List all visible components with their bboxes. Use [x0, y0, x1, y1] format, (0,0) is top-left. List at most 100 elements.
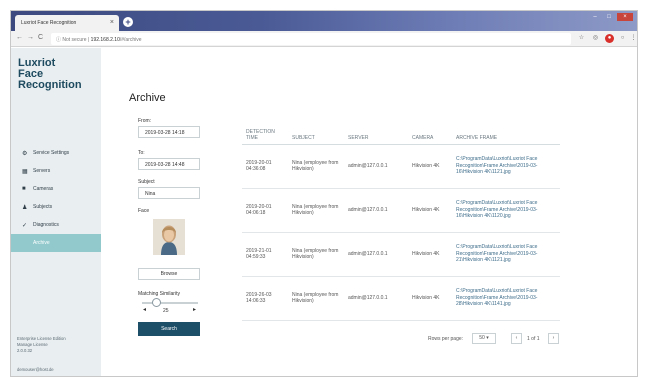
server-icon: ▦ — [22, 169, 28, 175]
cell-camera: Hikvision 4K — [408, 188, 452, 233]
browser-tab[interactable]: Luxriot Face Recognition × — [15, 15, 119, 31]
person-photo-icon — [153, 219, 185, 255]
sidebar-item-label: Servers — [33, 168, 51, 174]
col-archive-frame[interactable]: ARCHIVE FRAME — [452, 122, 560, 145]
cell-frame-link[interactable]: C:\ProgramData\Luxriot\Luxriot Face Reco… — [452, 188, 560, 233]
sidebar-nav: ⚙ Service Settings ▦ Servers ■ Cameras ♟… — [11, 144, 101, 252]
cell-subject: Nina (employee from Hikvision) — [288, 144, 344, 189]
face-label: Face — [138, 208, 150, 214]
window-controls: – □ × — [589, 13, 633, 21]
cell-subject: Nina (employee from Hikvision) — [288, 276, 344, 321]
cell-camera: Hikvision 4K — [408, 232, 452, 277]
sidebar-item-subjects[interactable]: ♟ Subjects — [11, 198, 101, 216]
similarity-value: 25 — [163, 308, 169, 314]
diagnostics-icon: ✓ — [22, 223, 28, 229]
table-row[interactable]: 2019-20-01 04:06:18 Nina (employee from … — [242, 188, 560, 233]
face-photo — [153, 219, 185, 255]
sidebar: Luxriot Face Recognition ⚙ Service Setti… — [11, 48, 101, 376]
archive-table: DETECTION TIME SUBJECT SERVER CAMERA ARC… — [242, 122, 560, 321]
prev-page-button[interactable]: ‹ — [511, 333, 522, 344]
maximize-button[interactable]: □ — [603, 13, 615, 21]
subject-input[interactable]: Nina — [138, 187, 200, 199]
next-page-button[interactable]: › — [548, 333, 559, 344]
license-version: 2.0.0.32 — [17, 348, 33, 353]
sidebar-item-cameras[interactable]: ■ Cameras — [11, 180, 101, 198]
similarity-label: Matching Similarity — [138, 291, 180, 297]
search-button[interactable]: Search — [138, 322, 200, 336]
logo-line-3: Recognition — [18, 79, 82, 91]
address-bar[interactable]: ⓘ Not secure | 192.168.2.10/#/archive — [51, 33, 571, 45]
close-window-button[interactable]: × — [617, 13, 633, 21]
forward-icon[interactable]: → — [27, 34, 34, 41]
sidebar-item-diagnostics[interactable]: ✓ Diagnostics — [11, 216, 101, 234]
bookmark-star-icon[interactable]: ☆ — [577, 34, 586, 43]
cell-server: admin@127.0.0.1 — [344, 188, 408, 233]
similarity-slider-track[interactable] — [142, 302, 198, 304]
col-camera[interactable]: CAMERA — [408, 122, 452, 145]
table-row[interactable]: 2019-21-01 04:59:33 Nina (employee from … — [242, 232, 560, 277]
menu-icon[interactable]: ⋮ — [629, 34, 637, 43]
sidebar-item-label: Cameras — [33, 186, 54, 192]
cell-frame-link[interactable]: C:\ProgramData\Luxriot\Luxriot Face Reco… — [452, 144, 560, 189]
sidebar-item-label: Diagnostics — [33, 222, 59, 228]
sidebar-item-label: Archive — [33, 240, 50, 246]
minimize-button[interactable]: – — [589, 13, 601, 21]
reload-icon[interactable]: C — [38, 34, 43, 41]
browser-toolbar: ← → C ⓘ Not secure | 192.168.2.10/#/arch… — [11, 31, 637, 47]
page-title: Archive — [129, 92, 166, 104]
cell-time: 2019-21-01 04:59:33 — [242, 232, 288, 277]
sidebar-item-label: Service Settings — [33, 150, 70, 156]
tab-close-icon[interactable]: × — [110, 19, 114, 26]
cell-time: 2019-20-01 04:06:18 — [242, 188, 288, 233]
cell-subject: Nina (employee from Hikvision) — [288, 188, 344, 233]
cell-subject: Nina (employee from Hikvision) — [288, 232, 344, 277]
back-icon[interactable]: ← — [16, 34, 23, 41]
new-tab-button[interactable]: + — [123, 17, 133, 27]
cell-server: admin@127.0.0.1 — [344, 144, 408, 189]
extension-red-icon[interactable]: ● — [605, 34, 614, 43]
license-info: Enterprise License Edition Manage Licens… — [17, 336, 66, 354]
cell-camera: Hikvision 4K — [408, 144, 452, 189]
camera-icon: ■ — [22, 186, 26, 192]
extension-icon[interactable]: ◎ — [591, 34, 600, 43]
sidebar-item-archive[interactable]: Archive — [11, 234, 101, 252]
rows-per-page-label: Rows per page: — [428, 336, 464, 342]
browser-tab-bar: Luxriot Face Recognition × + – □ × — [11, 11, 637, 31]
cell-time: 2019-20-01 04:36:08 — [242, 144, 288, 189]
page-range: 1 of 1 — [527, 336, 540, 342]
cell-frame-link[interactable]: C:\ProgramData\Luxriot\Luxriot Face Reco… — [452, 276, 560, 321]
subject-label: Subject — [138, 179, 155, 185]
col-detection-time[interactable]: DETECTION TIME — [242, 122, 288, 145]
chevron-down-icon: ▾ — [486, 335, 489, 341]
tab-title: Luxriot Face Recognition — [21, 20, 77, 26]
to-date-input[interactable]: 2019-03-28 14:48 — [138, 158, 200, 170]
address-host: 192.168.2.10 — [90, 37, 120, 43]
table-header-row: DETECTION TIME SUBJECT SERVER CAMERA ARC… — [242, 122, 560, 145]
security-indicator[interactable]: ⓘ Not secure — [56, 37, 87, 43]
cell-time: 2019-26-03 14:06:33 — [242, 276, 288, 321]
browse-button[interactable]: Browse — [138, 268, 200, 280]
gear-icon: ⚙ — [22, 151, 28, 157]
similarity-decrement-button[interactable]: ◂ — [143, 306, 146, 313]
sidebar-item-service-settings[interactable]: ⚙ Service Settings — [11, 144, 101, 162]
table-row[interactable]: 2019-20-01 04:36:08 Nina (employee from … — [242, 144, 560, 189]
cell-frame-link[interactable]: C:\ProgramData\Luxriot\Luxriot Face Reco… — [452, 232, 560, 277]
cell-server: admin@127.0.0.1 — [344, 276, 408, 321]
similarity-slider-thumb[interactable] — [151, 298, 161, 307]
rows-per-page-select[interactable]: 50 ▾ — [472, 333, 496, 344]
sidebar-item-servers[interactable]: ▦ Servers — [11, 162, 101, 180]
col-subject[interactable]: SUBJECT — [288, 122, 344, 145]
from-date-input[interactable]: 2019-03-28 14:18 — [138, 126, 200, 138]
app-logo[interactable]: Luxriot Face Recognition — [18, 58, 82, 91]
address-path: /#/archive — [119, 37, 142, 43]
table-row[interactable]: 2019-26-03 14:06:33 Nina (employee from … — [242, 276, 560, 321]
user-info: demouser@host.de — [17, 367, 54, 372]
to-label: To: — [138, 150, 145, 156]
cell-server: admin@127.0.0.1 — [344, 232, 408, 277]
account-icon[interactable]: ○ — [618, 34, 627, 43]
from-label: From: — [138, 118, 152, 124]
col-server[interactable]: SERVER — [344, 122, 408, 145]
sidebar-item-label: Subjects — [33, 204, 53, 210]
similarity-increment-button[interactable]: ▸ — [193, 306, 196, 313]
cell-camera: Hikvision 4K — [408, 276, 452, 321]
